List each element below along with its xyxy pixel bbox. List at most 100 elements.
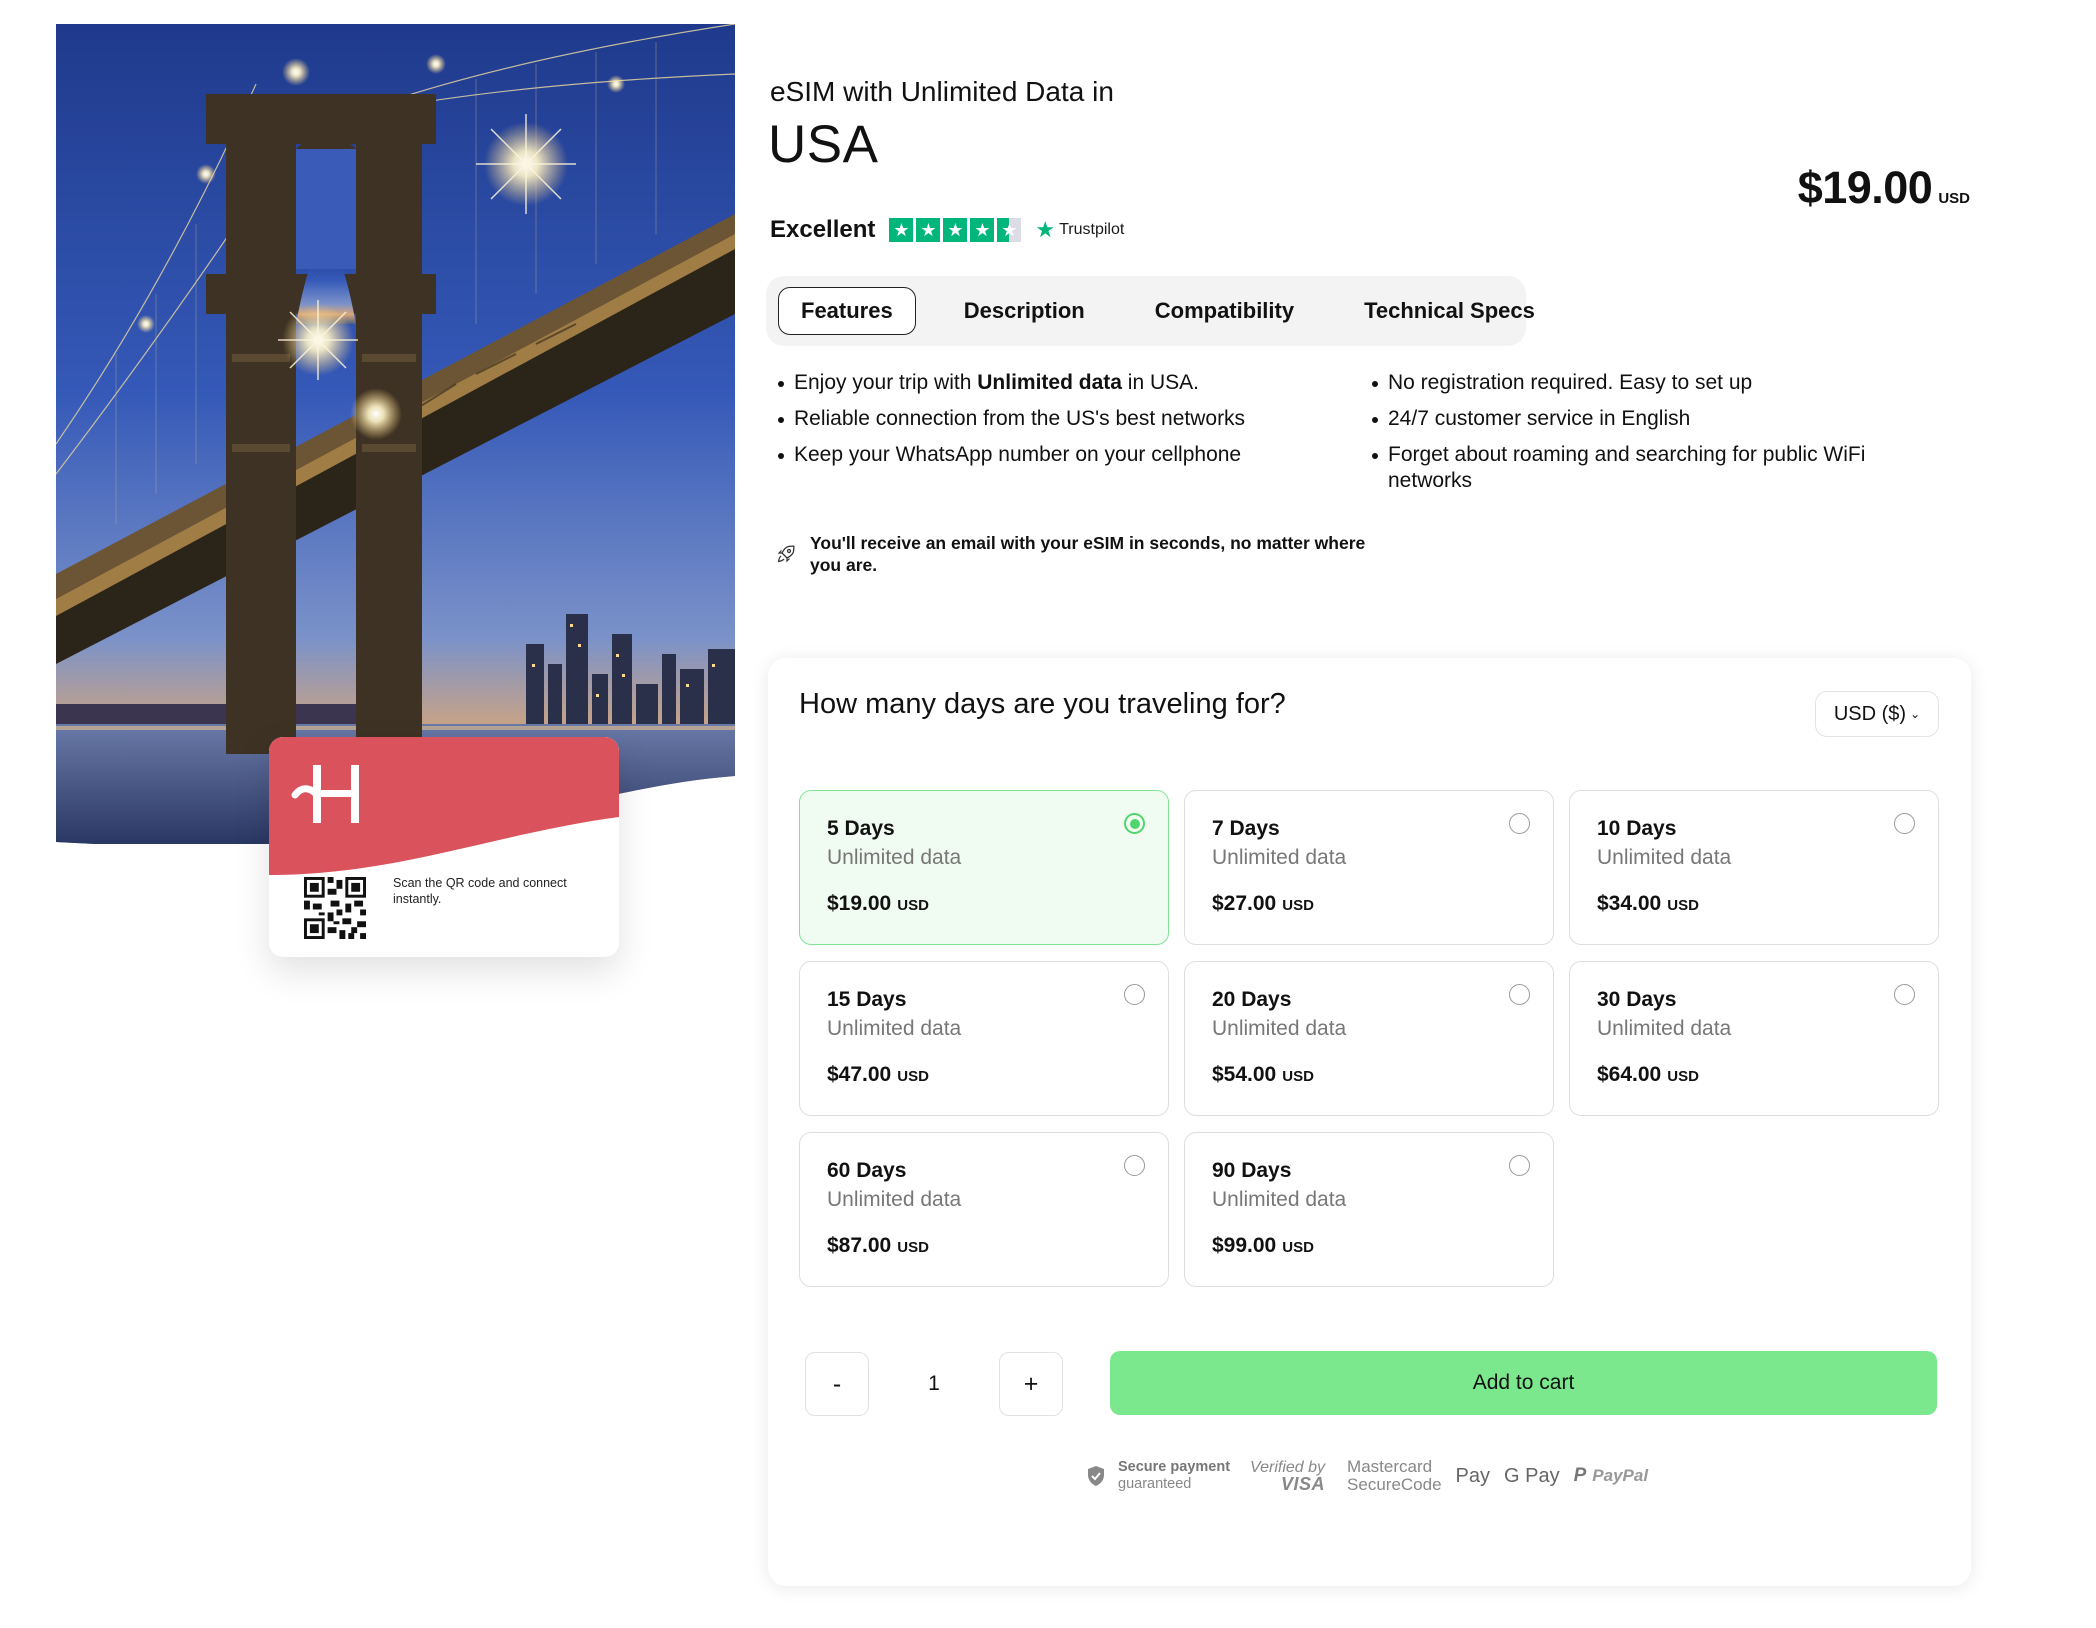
plan-price: $34.00 USD: [1597, 892, 1699, 915]
plan-days: 5 Days: [827, 817, 895, 840]
secure-payment-line1: Secure payment: [1118, 1459, 1231, 1475]
plan-price: $54.00 USD: [1212, 1063, 1314, 1086]
plan-days: 90 Days: [1212, 1159, 1292, 1182]
feature-item: No registration required. Easy to set up: [1370, 370, 1930, 396]
half-star-icon: ★: [997, 218, 1022, 242]
plan-question: How many days are you traveling for?: [799, 688, 1286, 720]
plan-radio[interactable]: [1124, 984, 1145, 1005]
google-pay-logo: G Pay: [1504, 1464, 1560, 1487]
plan-option-7-days[interactable]: 7 Days Unlimited data $27.00 USD: [1184, 790, 1554, 945]
plan-radio[interactable]: [1124, 1155, 1145, 1176]
plan-days: 20 Days: [1212, 988, 1292, 1011]
plan-option-90-days[interactable]: 90 Days Unlimited data $99.00 USD: [1184, 1132, 1554, 1287]
plan-option-5-days[interactable]: 5 Days Unlimited data $19.00 USD: [799, 790, 1169, 945]
trustpilot-brand: Trustpilot: [1059, 221, 1125, 238]
tab-description[interactable]: Description: [942, 286, 1107, 336]
star-icon: ★: [970, 218, 995, 242]
chevron-down-icon: ⌄: [1910, 707, 1921, 721]
secure-payment-line2: guaranteed: [1118, 1476, 1192, 1492]
feature-item: Keep your WhatsApp number on your cellph…: [776, 442, 1336, 468]
feature-item: Forget about roaming and searching for p…: [1370, 442, 1930, 494]
plan-data: Unlimited data: [1597, 1017, 1732, 1040]
star-icon: ★: [943, 218, 968, 242]
plan-data: Unlimited data: [1212, 846, 1347, 869]
plan-radio[interactable]: [1509, 984, 1530, 1005]
decrement-button[interactable]: -: [805, 1352, 869, 1416]
rocket-icon: [777, 545, 795, 563]
quantity-stepper: - 1 +: [805, 1351, 1065, 1417]
plan-selector-panel: How many days are you traveling for? USD…: [768, 658, 1971, 1586]
increment-button[interactable]: +: [999, 1352, 1063, 1416]
plan-option-30-days[interactable]: 30 Days Unlimited data $64.00 USD: [1569, 961, 1939, 1116]
currency-value: USD ($): [1833, 702, 1907, 725]
trustpilot-rating[interactable]: Excellent ★ ★ ★ ★ ★ ★ Trustpilot: [770, 216, 1124, 244]
shield-check-icon: [1088, 1466, 1104, 1486]
plan-data: Unlimited data: [827, 846, 962, 869]
delivery-notice-text: You'll receive an email with your eSIM i…: [810, 533, 1366, 575]
plan-data: Unlimited data: [827, 1188, 962, 1211]
rating-stars: ★ ★ ★ ★ ★: [889, 218, 1022, 242]
apple-pay-logo: Pay: [1455, 1464, 1491, 1487]
features-list-right: No registration required. Easy to set up…: [1370, 370, 1930, 504]
trustpilot-star-icon: ★: [1035, 217, 1056, 242]
feature-item: 24/7 customer service in English: [1370, 406, 1930, 432]
feature-item: Enjoy your trip with Unlimited data in U…: [776, 370, 1336, 396]
product-tabs: Features Description Compatibility Techn…: [766, 276, 1535, 346]
plan-radio[interactable]: [1509, 813, 1530, 834]
product-title: USA: [768, 115, 879, 174]
plan-days: 30 Days: [1597, 988, 1677, 1011]
star-icon: ★: [889, 218, 914, 242]
brand-logo-icon: [291, 765, 359, 823]
plan-radio[interactable]: [1509, 1155, 1530, 1176]
plan-option-20-days[interactable]: 20 Days Unlimited data $54.00 USD: [1184, 961, 1554, 1116]
plan-grid: 5 Days Unlimited data $19.00 USD 7 Days U…: [799, 790, 1939, 1287]
plan-days: 7 Days: [1212, 817, 1280, 840]
tab-features[interactable]: Features: [778, 287, 916, 335]
plan-price: $19.00 USD: [827, 892, 929, 915]
plan-days: 15 Days: [827, 988, 907, 1011]
currency-dropdown[interactable]: USD ($) ⌄: [1815, 691, 1939, 737]
plan-option-15-days[interactable]: 15 Days Unlimited data $47.00 USD: [799, 961, 1169, 1116]
add-to-cart-button[interactable]: Add to cart: [1110, 1351, 1937, 1415]
star-icon: ★: [916, 218, 941, 242]
brooklyn-bridge-photo: [56, 24, 735, 844]
plan-data: Unlimited data: [1212, 1017, 1347, 1040]
plan-price: $87.00 USD: [827, 1234, 929, 1257]
plan-days: 60 Days: [827, 1159, 907, 1182]
plan-price: $47.00 USD: [827, 1063, 929, 1086]
esim-card-graphic: Scan the QR code and connect instantly.: [269, 737, 619, 957]
price-currency: USD: [1938, 190, 1970, 207]
mastercard-securecode-logo: Mastercard SecureCode: [1347, 1457, 1442, 1494]
qr-scan-instruction: Scan the QR code and connect instantly.: [393, 876, 567, 906]
secure-payment-badge: Secure payment guaranteed: [1086, 1459, 1230, 1493]
verified-by-visa-logo: Verified by VISA: [1250, 1459, 1326, 1494]
plan-price: $64.00 USD: [1597, 1063, 1699, 1086]
plan-data: Unlimited data: [1597, 846, 1732, 869]
plan-price: $27.00 USD: [1212, 892, 1314, 915]
plan-radio[interactable]: [1124, 813, 1145, 834]
plan-option-10-days[interactable]: 10 Days Unlimited data $34.00 USD: [1569, 790, 1939, 945]
paypal-logo: P PayPal: [1573, 1465, 1649, 1486]
plan-days: 10 Days: [1597, 817, 1677, 840]
plan-price: $99.00 USD: [1212, 1234, 1314, 1257]
plan-option-60-days[interactable]: 60 Days Unlimited data $87.00 USD: [799, 1132, 1169, 1287]
rating-label: Excellent: [770, 216, 876, 243]
paypal-icon: P: [1573, 1465, 1587, 1486]
plan-radio[interactable]: [1894, 984, 1915, 1005]
qr-code-icon: [304, 877, 366, 939]
product-hero-image: Scan the QR code and connect instantly.: [56, 24, 735, 957]
plan-data: Unlimited data: [1212, 1188, 1347, 1211]
delivery-notice: You'll receive an email with your eSIM i…: [776, 532, 1370, 576]
trustpilot-logo: ★ Trustpilot: [1035, 219, 1124, 241]
features-list-left: Enjoy your trip with Unlimited data in U…: [776, 370, 1336, 478]
feature-item: Reliable connection from the US's best n…: [776, 406, 1336, 432]
quantity-value[interactable]: 1: [869, 1372, 999, 1396]
price-amount: $19.00: [1797, 162, 1933, 213]
tab-technical-specs[interactable]: Technical Specs: [1342, 286, 1557, 336]
payment-methods: Secure payment guaranteed Verified by VI…: [1086, 1458, 1648, 1494]
product-subtitle: eSIM with Unlimited Data in: [770, 76, 1114, 107]
product-price: $19.00 USD: [1798, 162, 1970, 214]
plan-radio[interactable]: [1894, 813, 1915, 834]
tab-compatibility[interactable]: Compatibility: [1133, 286, 1316, 336]
plan-data: Unlimited data: [827, 1017, 962, 1040]
